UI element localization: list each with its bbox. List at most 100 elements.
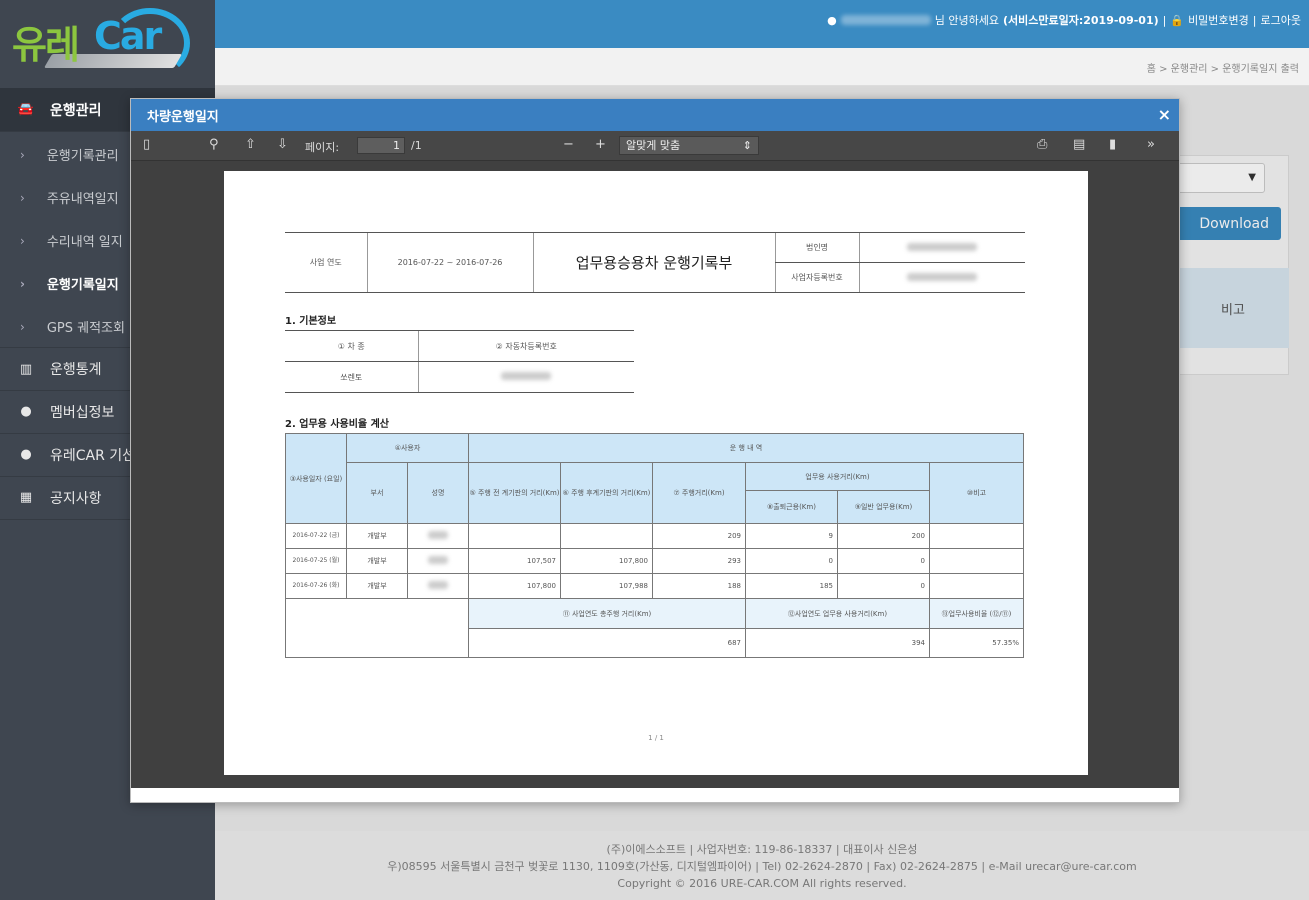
document-title: 업무용승용차 운행기록부 [532, 232, 775, 293]
row-after: 107,800 [560, 548, 653, 574]
row-remark [929, 573, 1024, 599]
user-name-blurred [840, 15, 931, 25]
col-user: ④사용자 [346, 433, 469, 463]
row-dist: 209 [652, 523, 746, 549]
col-general: ⑨일반 업무용(Km) [837, 490, 930, 524]
blurred-value [428, 556, 448, 564]
pdf-page: 사업 연도 2016-07-22 ~ 2016-07-26 업무용승용차 운행기… [224, 171, 1088, 775]
row-commute: 0 [745, 548, 838, 574]
separator: | [1252, 13, 1257, 27]
row-dept: 개발부 [346, 523, 408, 549]
footer-copyright: Copyright © 2016 URE-CAR.COM All rights … [617, 877, 907, 890]
logout-link[interactable]: 로그아웃 [1261, 12, 1301, 28]
modal-header: 차량운행일지 × [131, 99, 1179, 131]
sidebar-item-label: 유레CAR 기선 [50, 447, 136, 464]
row-name [407, 548, 469, 574]
row-after: 107,988 [560, 573, 653, 599]
search-icon[interactable]: ⚲ [209, 137, 219, 152]
car-icon: 🚘 [17, 102, 35, 117]
col-name: 성명 [407, 462, 469, 524]
col-after: ⑥ 주행 후계기판의 거리(Km) [560, 462, 653, 524]
col-remark: ⑩비고 [929, 462, 1024, 524]
logo-text-right: Car [94, 14, 162, 58]
separator: | [1162, 13, 1167, 27]
site-footer: (주)이에스소프트 | 사업자번호: 119-86-18337 | 대표이사 신… [215, 831, 1309, 900]
sidebar-item-label: 운행기록일지 [46, 278, 119, 293]
document-header-table: 사업 연도 2016-07-22 ~ 2016-07-26 업무용승용차 운행기… [285, 232, 1025, 293]
period-value: 2016-07-22 ~ 2016-07-26 [366, 232, 533, 293]
bookmark-icon[interactable]: ▮ [1109, 137, 1116, 152]
user-icon: ● [20, 447, 32, 462]
download-icon[interactable]: ▤ [1073, 137, 1085, 152]
col-commute: ⑧출퇴근용(Km) [745, 490, 838, 524]
blurred-value [501, 372, 552, 380]
user-info: ● 님 안녕하세요 (서비스만료일자:2019-09-01) | 🔒 비밀번호변… [827, 12, 1301, 28]
zoom-select-value: 알맞게 맞춤 [626, 139, 681, 152]
row-commute: 185 [745, 573, 838, 599]
biz-no-label: 사업자등록번호 [774, 262, 859, 293]
row-general: 0 [837, 548, 930, 574]
row-dept: 개발부 [346, 573, 408, 599]
summary-empty [285, 598, 469, 658]
row-dist: 293 [652, 548, 746, 574]
row-date: 2016-07-25 (월) [285, 548, 347, 574]
zoom-out-icon[interactable]: − [563, 137, 574, 152]
sidebar-toggle-icon[interactable]: ▯ [143, 137, 150, 152]
car-type-value: 쏘렌토 [285, 361, 418, 393]
breadcrumb: 홈 > 운행관리 > 운행기록일지 출력 [1146, 64, 1299, 75]
sidebar-item-label: 운행기록관리 [46, 149, 119, 164]
period-label: 사업 연도 [285, 232, 367, 293]
sidebar-item-label: GPS 궤적조회 [46, 321, 125, 336]
page-label: 페이지: [305, 141, 340, 154]
row-date: 2016-07-22 (금) [285, 523, 347, 549]
logo[interactable]: 유레 Car [0, 0, 215, 88]
footer-address: 우)08595 서울특별시 금천구 벚꽃로 1130, 1109호(가산동, 디… [387, 860, 1137, 873]
total-biz-value: 394 [745, 628, 930, 658]
sidebar-item-label: 운행관리 [50, 102, 102, 119]
row-general: 0 [837, 573, 930, 599]
basic-info-table: ① 차 종 ② 자동차등록번호 쏘렌토 [285, 330, 634, 393]
chart-icon: ▥ [19, 361, 33, 377]
change-password-link[interactable]: 비밀번호변경 [1188, 12, 1249, 28]
logo-text-left: 유레 [12, 23, 80, 67]
chevron-right-icon: › [20, 190, 25, 205]
table-row: 2016-07-26 (화) 개발부 107,800 107,988 188 1… [285, 573, 1024, 599]
basic-info-title: 1. 기본정보 [285, 316, 337, 327]
row-commute: 9 [745, 523, 838, 549]
arrow-up-icon[interactable]: ⇧ [245, 137, 256, 152]
zoom-select[interactable]: 알맞게 맞춤 ⇕ [619, 136, 759, 155]
page-number-input[interactable] [357, 137, 405, 154]
corp-name-label: 법인명 [774, 232, 859, 263]
chevron-right-icon: › [20, 319, 25, 334]
row-before: 107,800 [468, 573, 561, 599]
row-before [468, 523, 561, 549]
row-dist: 188 [652, 573, 746, 599]
close-icon[interactable]: × [1158, 105, 1171, 124]
service-period: (서비스만료일자:2019-09-01) [1002, 14, 1159, 27]
sidebar-item-label: 주유내역일지 [46, 192, 119, 207]
sidebar-item-label: 수리내역 일지 [46, 235, 123, 250]
top-header: ● 님 안녕하세요 (서비스만료일자:2019-09-01) | 🔒 비밀번호변… [215, 0, 1309, 48]
row-name [407, 523, 469, 549]
total-dist-label: ⑪ 사업연도 총주행 거리(Km) [468, 598, 746, 629]
zoom-in-icon[interactable]: + [595, 137, 606, 152]
col-biz: 업무용 사용거리(Km) [745, 462, 930, 491]
ratio-label: ⑬업무사용비율 (⑫/⑪) [929, 598, 1024, 629]
print-icon[interactable]: ⎙ [1037, 137, 1047, 152]
row-remark [929, 523, 1024, 549]
caret-down-icon: ⇕ [742, 139, 752, 152]
biz-no-value [858, 262, 1025, 293]
total-biz-label: ⑫사업연도 업무용 사용거리(Km) [745, 598, 930, 629]
chevron-right-icon: › [20, 147, 25, 162]
car-reg-label: ② 자동차등록번호 [417, 330, 634, 362]
blurred-value [428, 531, 448, 539]
pdf-canvas-area[interactable]: 사업 연도 2016-07-22 ~ 2016-07-26 업무용승용차 운행기… [131, 161, 1179, 788]
usage-title: 2. 업무용 사용비율 계산 [285, 419, 390, 430]
arrow-down-icon[interactable]: ⇩ [277, 137, 288, 152]
footer-company: (주)이에스소프트 | 사업자번호: 119-86-18337 | 대표이사 신… [606, 843, 918, 856]
pdf-toolbar: ▯ ⚲ ⇧ ⇩ 페이지: /1 − + 알맞게 맞춤 ⇕ ⎙ ▤ ▮ » [131, 131, 1179, 161]
double-chevron-right-icon[interactable]: » [1147, 137, 1155, 152]
table-row: 2016-07-22 (금) 개발부 209 9 200 [285, 523, 1024, 549]
vehicle-log-modal: 차량운행일지 × ▯ ⚲ ⇧ ⇩ 페이지: /1 − + 알맞게 맞춤 ⇕ ⎙ … [130, 98, 1180, 803]
row-before: 107,507 [468, 548, 561, 574]
